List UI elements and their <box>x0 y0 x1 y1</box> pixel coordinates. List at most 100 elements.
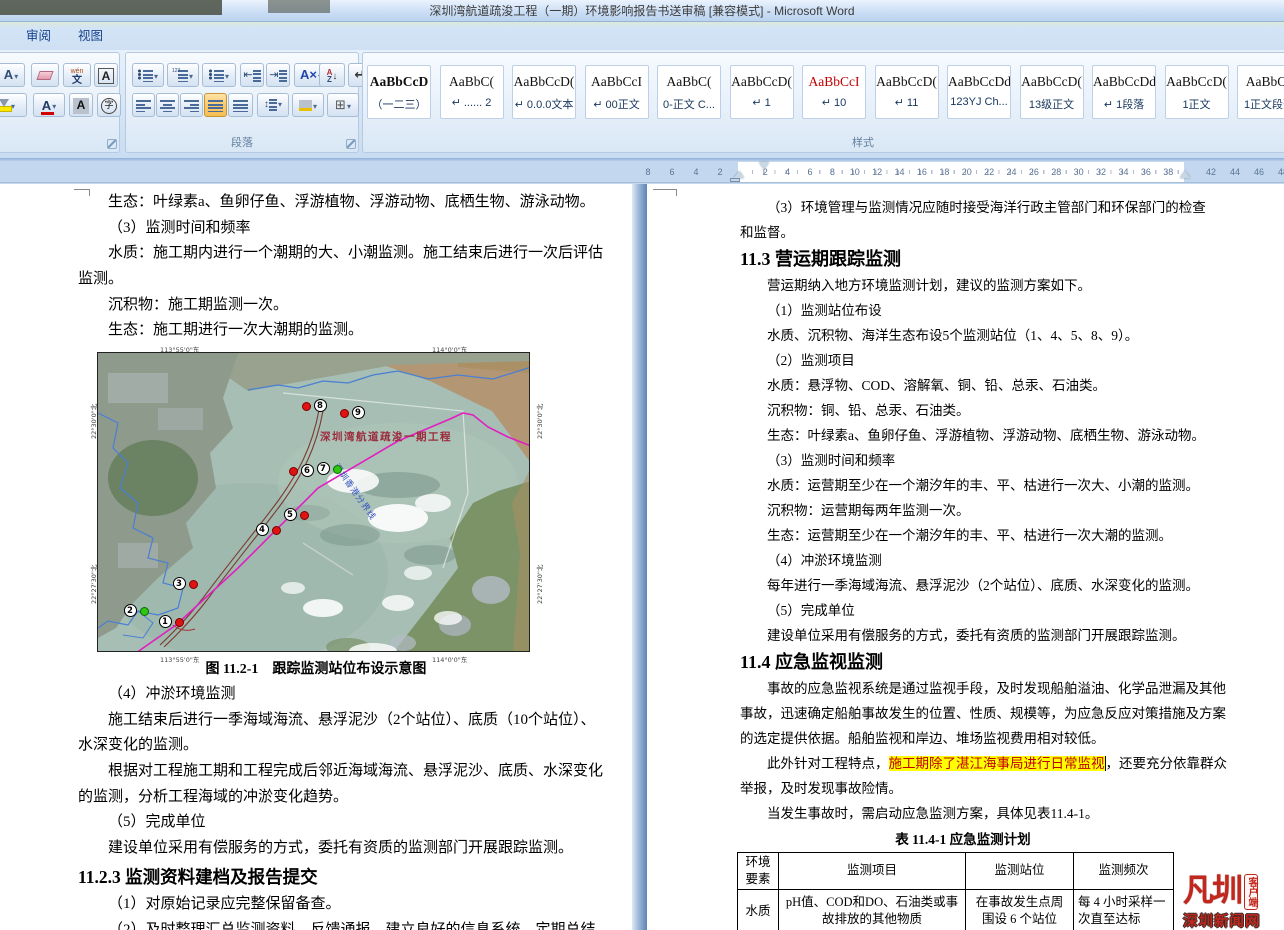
paint-bucket-icon <box>299 100 312 111</box>
left-page-text-top: 生态：叶绿素a、鱼卵仔鱼、浮游植物、浮游动物、底栖生物、游泳动物。 （3）监测时… <box>78 190 630 344</box>
numbering-button[interactable]: ▾ <box>167 63 199 87</box>
station-dot-icon <box>140 607 149 616</box>
sznews-logo-icon: 凡圳 <box>1183 874 1241 908</box>
distribute-button[interactable] <box>228 93 253 117</box>
first-line-indent-marker[interactable] <box>759 162 769 169</box>
text-line: 沉积物：铜、铅、总汞、石油类。 <box>740 398 1190 423</box>
monitoring-station: 9 <box>340 409 349 418</box>
ruler-number: 48 <box>1271 162 1284 182</box>
multilevel-list-button[interactable]: ▾ <box>202 63 236 87</box>
style-gallery-item[interactable]: AaBbCcD( 13级正文 <box>1020 65 1084 119</box>
chevron-down-icon: ▾ <box>278 100 282 109</box>
ruler-number: 8 <box>821 162 843 182</box>
shading-button[interactable]: ▾ <box>292 93 324 117</box>
left-indent-marker[interactable] <box>730 178 740 182</box>
style-gallery-item[interactable]: AaBbCcD( ↵ 1 <box>730 65 794 119</box>
text-line: 水深变化的监测。 <box>78 733 630 759</box>
clear-formatting-button[interactable] <box>31 63 59 87</box>
cell-items: pH值、COD和DO、石油类或事故排放的其他物质 <box>779 889 966 930</box>
ruler-left-margin-numbers: 8 6 4 2 <box>636 162 732 182</box>
style-name: ↵ 11 <box>876 96 938 109</box>
text-line: 水质、沉积物、海洋生态布设5个监测站位（1、4、5、8、9）。 <box>740 323 1190 348</box>
table-caption: 表 11.4-1 应急监测计划 <box>740 828 1186 848</box>
chevron-down-icon: ▾ <box>313 102 317 111</box>
style-gallery-item[interactable]: AaBbCcD( 1正文 <box>1165 65 1229 119</box>
ruler-number: 38 <box>1157 162 1179 182</box>
ruler-number: 24 <box>1000 162 1022 182</box>
paragraph-group-label: 段落 <box>126 134 358 150</box>
style-gallery-item[interactable]: AaBbCcD( ↵ 11 <box>875 65 939 119</box>
map-coord-right-bottom: 22°27'30"北 <box>534 565 544 604</box>
text-line: 营运期纳入地方环境监测计划，建议的监测方案如下。 <box>740 273 1190 298</box>
line-spacing-button[interactable]: ↕▾ <box>257 93 289 117</box>
font-dialog-launcher[interactable] <box>107 139 117 149</box>
text-line: （1）监测站位布设 <box>740 298 1190 323</box>
styles-group-label: 样式 <box>793 134 933 150</box>
style-gallery-item[interactable]: AaBbCcD （一二三） <box>367 65 431 119</box>
text-line: 施工结束后进行一季海域海流、悬浮泥沙（2个站位）、底质（10个站位）、 <box>78 708 630 734</box>
increase-indent-button[interactable]: ⇥ <box>266 63 290 87</box>
ruler-number: 44 <box>1223 162 1247 182</box>
decrease-indent-button[interactable]: ⇤ <box>240 63 264 87</box>
phonetic-guide-icon: wén文 <box>71 67 84 85</box>
monitoring-station: 1 <box>175 618 184 627</box>
style-name: 123YJ Ch... <box>948 96 1010 108</box>
chevron-down-icon: ▾ <box>347 102 351 111</box>
enclose-characters-icon: 字 <box>101 98 117 114</box>
style-gallery-item[interactable]: AaBbCc 1正文段落 <box>1237 65 1284 119</box>
tab-review[interactable]: 审阅 <box>16 25 61 48</box>
align-left-button[interactable] <box>132 93 155 117</box>
window-title: 深圳湾航道疏浚工程（一期）环境影响报告书送审稿 [兼容模式] - Microso… <box>429 4 854 18</box>
chevron-down-icon: ▾ <box>154 72 158 81</box>
document-page-left[interactable]: 生态：叶绿素a、鱼卵仔鱼、浮游植物、浮游动物、底栖生物、游泳动物。 （3）监测时… <box>0 184 632 930</box>
character-shading-button[interactable]: A <box>69 93 93 117</box>
chevron-down-icon: ▾ <box>225 72 229 81</box>
style-gallery-item[interactable]: AaBbC( 0-正文 C... <box>657 65 721 119</box>
title-bar[interactable]: 深圳湾航道疏浚工程（一期）环境影响报告书送审稿 [兼容模式] - Microso… <box>0 0 1284 22</box>
enclose-characters-button[interactable]: 字 <box>97 93 121 117</box>
style-gallery-item[interactable]: AaBbCcDd ↵ 1段落 <box>1092 65 1156 119</box>
style-name: 0-正文 C... <box>658 96 720 112</box>
ruler-number: 4 <box>684 162 708 182</box>
bullets-button[interactable]: ▾ <box>132 63 164 87</box>
style-name: 1正文 <box>1166 96 1228 112</box>
ribbon-tab-row: 审阅 视图 <box>0 22 1284 50</box>
align-center-button[interactable] <box>156 93 179 117</box>
ribbon: A▾ wén文 A ▾ A▾ A 字 ▾ ▾ ▾ ⇤ ⇥ A×▾ AZ↓ ↵ ↕… <box>0 50 1284 158</box>
increase-indent-icon: ⇥ <box>269 69 278 81</box>
style-gallery-item[interactable]: AaBbCcI ↵ 00正文 <box>585 65 649 119</box>
shrink-font-button[interactable]: A▾ <box>0 63 25 87</box>
style-sample-text: AaBbCcD( <box>731 74 793 90</box>
right-indent-marker[interactable] <box>1180 171 1190 178</box>
style-gallery-item[interactable]: AaBbCcD( ↵ 0.0.0文本 <box>512 65 576 119</box>
style-gallery-item[interactable]: AaBbCcI ↵ 10 <box>802 65 866 119</box>
horizontal-ruler[interactable]: 8 6 4 2 2 4 6 8 10 12 14 16 18 20 22 24 … <box>0 161 1284 183</box>
word-window: 深圳湾航道疏浚工程（一期）环境影响报告书送审稿 [兼容模式] - Microso… <box>0 0 1284 930</box>
style-gallery-item[interactable]: AaBbCcDdI 123YJ Ch... <box>947 65 1011 119</box>
emergency-monitoring-table: 环境要素 监测项目 监测站位 监测频次 水质 pH值、COD和DO、石油类或事故… <box>737 852 1174 930</box>
table-header-cell: 监测频次 <box>1074 853 1174 890</box>
character-border-button[interactable]: A <box>94 63 118 87</box>
ruler-number: 8 <box>636 162 660 182</box>
text-line: 举报，及时发现事故险情。 <box>740 776 1190 801</box>
justify-button[interactable] <box>204 93 227 117</box>
hanging-indent-marker[interactable] <box>734 171 744 178</box>
text-line: （3）监测时间和频率 <box>78 216 630 242</box>
ruler-number: 6 <box>799 162 821 182</box>
ruler-number: 12 <box>866 162 888 182</box>
borders-button[interactable]: ⊞▾ <box>327 93 359 117</box>
tab-view[interactable]: 视图 <box>68 25 113 48</box>
paragraph-dialog-launcher[interactable] <box>346 139 356 149</box>
phonetic-guide-button[interactable]: wén文 <box>63 63 91 87</box>
ruler-number: 16 <box>911 162 933 182</box>
style-name: ↵ 0.0.0文本 <box>513 96 575 112</box>
style-gallery-item[interactable]: AaBbC( ↵ ...... 2 <box>440 65 504 119</box>
sort-button[interactable]: AZ↓ <box>319 63 345 87</box>
font-color-button[interactable]: A▾ <box>33 93 65 117</box>
style-name: ↵ 10 <box>803 96 865 109</box>
ruler-number: 28 <box>1045 162 1067 182</box>
text-highlight-button[interactable]: ▾ <box>0 93 27 117</box>
document-page-right[interactable]: （3）环境管理与监测情况应随时接受海洋行政主管部门和环保部门的检查 和监督。 1… <box>647 184 1284 930</box>
table-header-cell: 环境要素 <box>738 853 779 890</box>
align-right-button[interactable] <box>180 93 203 117</box>
